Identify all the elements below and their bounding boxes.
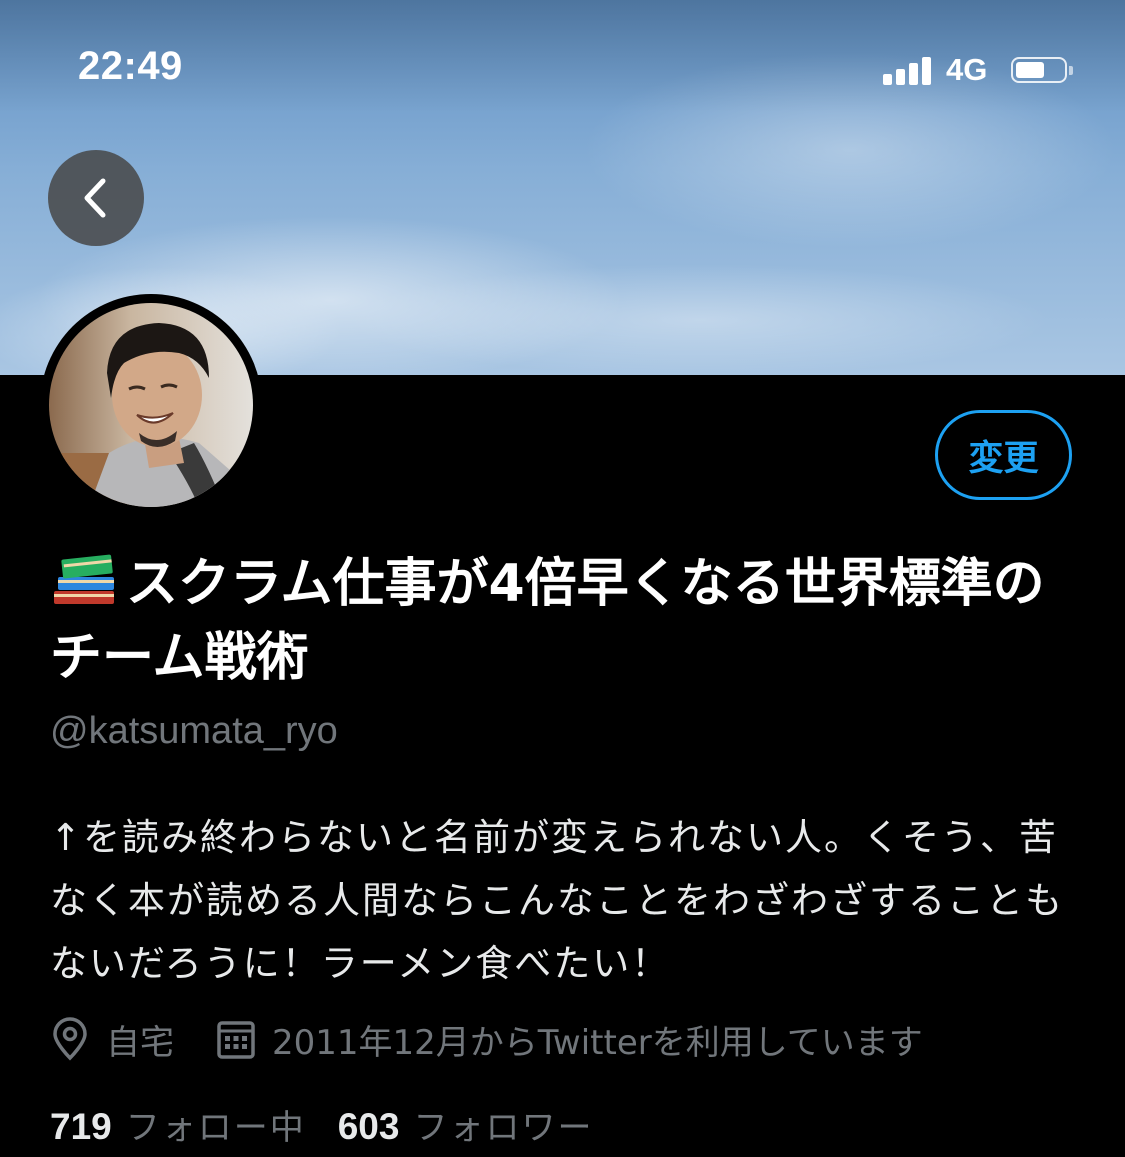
avatar[interactable] <box>40 294 262 516</box>
joined-date-text: 2011年12月からTwitterを利用しています <box>272 1022 923 1063</box>
profile-meta: 自宅 2011年12月からTwitterを利用しています <box>50 1014 923 1064</box>
profile-screen: 22:49 4G 変更 スクラム仕事が4倍早くなる世界標準のチーム戦術 @kat… <box>0 0 1125 1157</box>
follow-stats: 719 フォロー中 603 フォロワー <box>50 1098 593 1150</box>
avatar-photo <box>49 303 253 507</box>
following-count: 719 <box>50 1105 112 1147</box>
followers-count: 603 <box>337 1105 400 1147</box>
display-name: スクラム仕事が4倍早くなる世界標準のチーム戦術 <box>50 547 1070 695</box>
following-link[interactable]: 719 フォロー中 <box>50 1100 306 1149</box>
network-type: 4G <box>946 52 988 87</box>
user-handle: @katsumata_ryo <box>50 710 338 752</box>
books-icon <box>54 554 114 604</box>
status-time: 22:49 <box>78 44 183 88</box>
location-pin-icon <box>53 1017 87 1061</box>
cellular-signal-icon <box>883 57 933 85</box>
following-label: フォロー中 <box>125 1107 306 1148</box>
chevron-left-icon <box>84 178 106 218</box>
followers-label: フォロワー <box>413 1107 594 1148</box>
battery-icon <box>1011 57 1073 85</box>
location-text: 自宅 <box>106 1022 174 1063</box>
edit-profile-button[interactable]: 変更 <box>935 410 1072 500</box>
back-button[interactable] <box>48 150 144 246</box>
display-name-text: スクラム仕事が4倍早くなる世界標準のチーム戦術 <box>50 554 1045 688</box>
calendar-icon <box>217 1021 255 1059</box>
bio: ↑を読み終わらないと名前が変えられない人。くそう、苦なく本が読める人間ならこんな… <box>50 816 1064 985</box>
followers-link[interactable]: 603 フォロワー <box>338 1100 594 1149</box>
